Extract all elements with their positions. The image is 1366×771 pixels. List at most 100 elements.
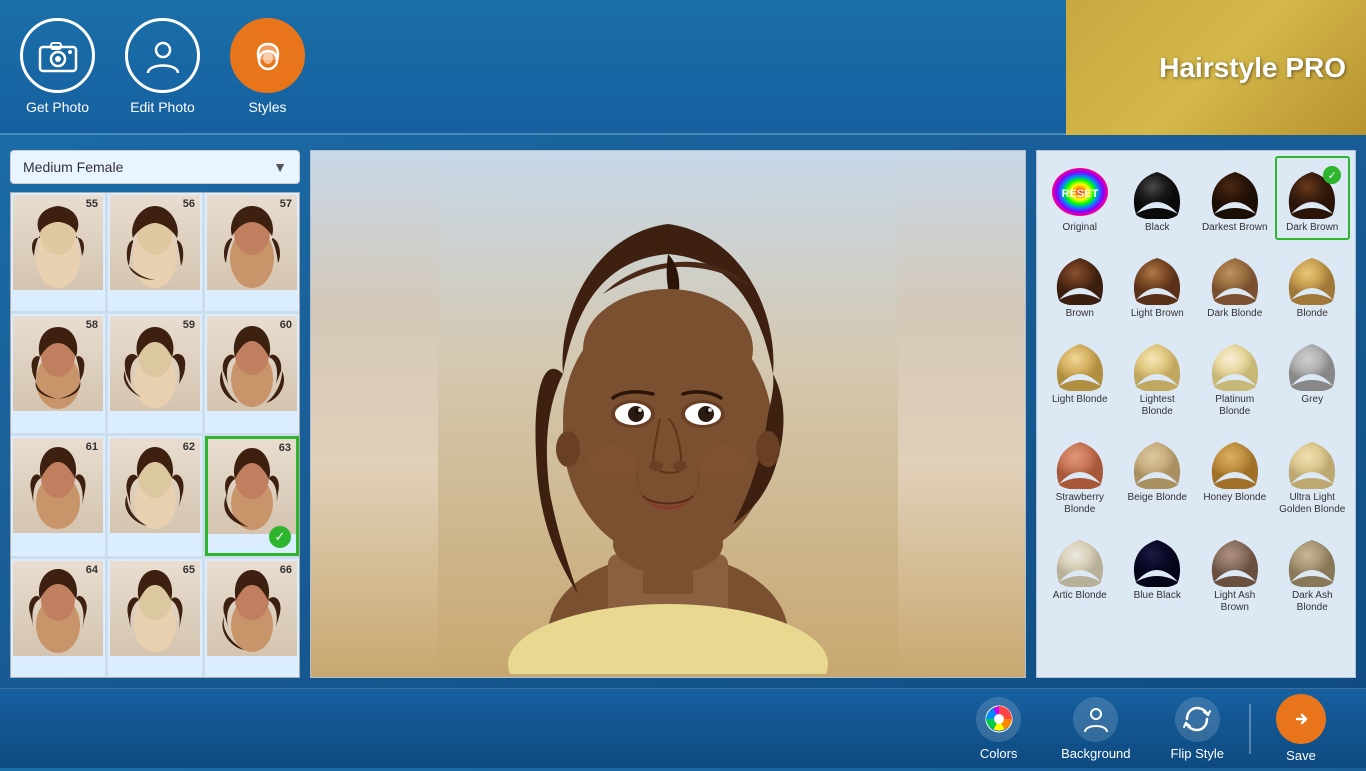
svg-text:RESET: RESET <box>1061 188 1098 200</box>
color-lightest-blonde[interactable]: Lightest Blonde <box>1120 328 1196 424</box>
edit-photo-icon-circle <box>125 18 200 93</box>
color-honey-blonde[interactable]: Honey Blonde <box>1197 426 1273 522</box>
color-black[interactable]: Black <box>1120 156 1196 240</box>
flip-style-action-label: Flip Style <box>1171 746 1224 761</box>
beige-blonde-label: Beige Blonde <box>1128 492 1188 504</box>
bottom-action-colors[interactable]: Colors <box>956 689 1041 769</box>
light-ash-brown-swatch <box>1204 532 1266 587</box>
light-brown-swatch <box>1126 250 1188 305</box>
artic-blonde-swatch <box>1049 532 1111 587</box>
original-label: Original <box>1063 222 1097 234</box>
styles-icon-circle <box>230 18 305 93</box>
save-arrow-icon <box>1287 705 1315 733</box>
grey-label: Grey <box>1301 394 1323 406</box>
color-blonde[interactable]: Blonde <box>1275 242 1351 326</box>
artic-blonde-label: Artic Blonde <box>1053 590 1107 602</box>
blue-black-label: Blue Black <box>1134 590 1181 602</box>
ultra-light-golden-swatch <box>1281 434 1343 489</box>
honey-blonde-label: Honey Blonde <box>1203 492 1266 504</box>
color-platinum-blonde[interactable]: Platinum Blonde <box>1197 328 1273 424</box>
style-cell-59[interactable]: 59 <box>108 314 202 432</box>
style-cell-61[interactable]: 61 <box>11 436 105 556</box>
light-blonde-label: Light Blonde <box>1052 394 1108 406</box>
style-cell-64[interactable]: 64 <box>11 559 105 677</box>
hairstyle-icon <box>248 36 288 76</box>
brown-swatch <box>1049 250 1111 305</box>
ultra-light-golden-label: Ultra Light Golden Blonde <box>1279 492 1347 516</box>
color-light-ash-brown[interactable]: Light Ash Brown <box>1197 524 1273 620</box>
bottom-action-flip-style[interactable]: Flip Style <box>1151 689 1244 769</box>
nav-item-styles[interactable]: Styles <box>230 18 305 115</box>
background-action-label: Background <box>1061 746 1130 761</box>
portrait-svg <box>438 154 898 674</box>
dark-blonde-swatch <box>1204 250 1266 305</box>
style-cell-57[interactable]: 57 <box>205 193 299 311</box>
platinum-blonde-label: Platinum Blonde <box>1201 394 1269 418</box>
color-brown[interactable]: Brown <box>1042 242 1118 326</box>
colors-action-label: Colors <box>980 746 1018 761</box>
nav-item-get-photo[interactable]: Get Photo <box>20 18 95 115</box>
darkest-brown-label: Darkest Brown <box>1202 222 1268 234</box>
color-wheel-icon <box>984 704 1014 734</box>
blonde-label: Blonde <box>1297 308 1328 320</box>
brand-area: Hairstyle PRO <box>1066 0 1366 135</box>
color-blue-black[interactable]: Blue Black <box>1120 524 1196 620</box>
bottom-action-background[interactable]: Background <box>1041 689 1150 769</box>
main-content: Medium Female ▼ 55 56 <box>0 135 1366 688</box>
style-cell-60[interactable]: 60 <box>205 314 299 432</box>
camera-icon <box>38 39 78 73</box>
styles-label: Styles <box>248 99 286 115</box>
style-cell-63[interactable]: 63 ✓ <box>205 436 299 556</box>
style-category-dropdown[interactable]: Medium Female ▼ <box>10 150 300 184</box>
style-cell-58[interactable]: 58 <box>11 314 105 432</box>
dark-brown-swatch: ✓ <box>1281 164 1343 219</box>
bottom-bar: Colors Background Flip Style <box>0 688 1366 768</box>
dark-ash-blonde-swatch <box>1281 532 1343 587</box>
get-photo-icon-circle <box>20 18 95 93</box>
lightest-blonde-label: Lightest Blonde <box>1124 394 1192 418</box>
selected-checkmark: ✓ <box>269 526 291 548</box>
color-strawberry-blonde[interactable]: Strawberry Blonde <box>1042 426 1118 522</box>
style-cell-56[interactable]: 56 <box>108 193 202 311</box>
dropdown-arrow-icon: ▼ <box>273 159 287 175</box>
save-icon-circle <box>1276 694 1326 744</box>
color-dark-brown[interactable]: ✓ Dark Brown <box>1275 156 1351 240</box>
color-original[interactable]: RESET Original <box>1042 156 1118 240</box>
color-beige-blonde[interactable]: Beige Blonde <box>1120 426 1196 522</box>
blue-black-swatch <box>1126 532 1188 587</box>
color-dark-blonde[interactable]: Dark Blonde <box>1197 242 1273 326</box>
brown-label: Brown <box>1066 308 1094 320</box>
light-brown-label: Light Brown <box>1131 308 1184 320</box>
flip-icon <box>1182 704 1212 734</box>
beige-blonde-swatch <box>1126 434 1188 489</box>
color-grey[interactable]: Grey <box>1275 328 1351 424</box>
color-ultra-light-golden-blonde[interactable]: Ultra Light Golden Blonde <box>1275 426 1351 522</box>
grey-swatch <box>1281 336 1343 391</box>
color-panel: RESET Original <box>1036 150 1356 678</box>
darkest-brown-swatch <box>1204 164 1266 219</box>
brand-title: Hairstyle PRO <box>1159 52 1346 84</box>
color-artic-blonde[interactable]: Artic Blonde <box>1042 524 1118 620</box>
save-button[interactable]: Save <box>1256 686 1346 771</box>
original-swatch: RESET <box>1049 164 1111 219</box>
get-photo-label: Get Photo <box>26 99 89 115</box>
color-darkest-brown[interactable]: Darkest Brown <box>1197 156 1273 240</box>
top-navigation-bar: Get Photo Edit Photo Styles <box>0 0 1366 135</box>
save-label: Save <box>1286 748 1316 763</box>
style-cell-66[interactable]: 66 <box>205 559 299 677</box>
style-category-label: Medium Female <box>23 159 123 175</box>
edit-photo-label: Edit Photo <box>130 99 195 115</box>
color-light-brown[interactable]: Light Brown <box>1120 242 1196 326</box>
face-preview <box>311 151 1025 677</box>
style-cell-55[interactable]: 55 <box>11 193 105 311</box>
color-light-blonde[interactable]: Light Blonde <box>1042 328 1118 424</box>
background-icon <box>1081 704 1111 734</box>
nav-items: Get Photo Edit Photo Styles <box>20 18 305 115</box>
style-cell-65[interactable]: 65 <box>108 559 202 677</box>
center-preview-panel <box>310 150 1026 678</box>
color-dark-ash-blonde[interactable]: Dark Ash Blonde <box>1275 524 1351 620</box>
nav-item-edit-photo[interactable]: Edit Photo <box>125 18 200 115</box>
style-cell-62[interactable]: 62 <box>108 436 202 556</box>
flip-style-icon-circle <box>1175 697 1220 742</box>
strawberry-blonde-swatch <box>1049 434 1111 489</box>
